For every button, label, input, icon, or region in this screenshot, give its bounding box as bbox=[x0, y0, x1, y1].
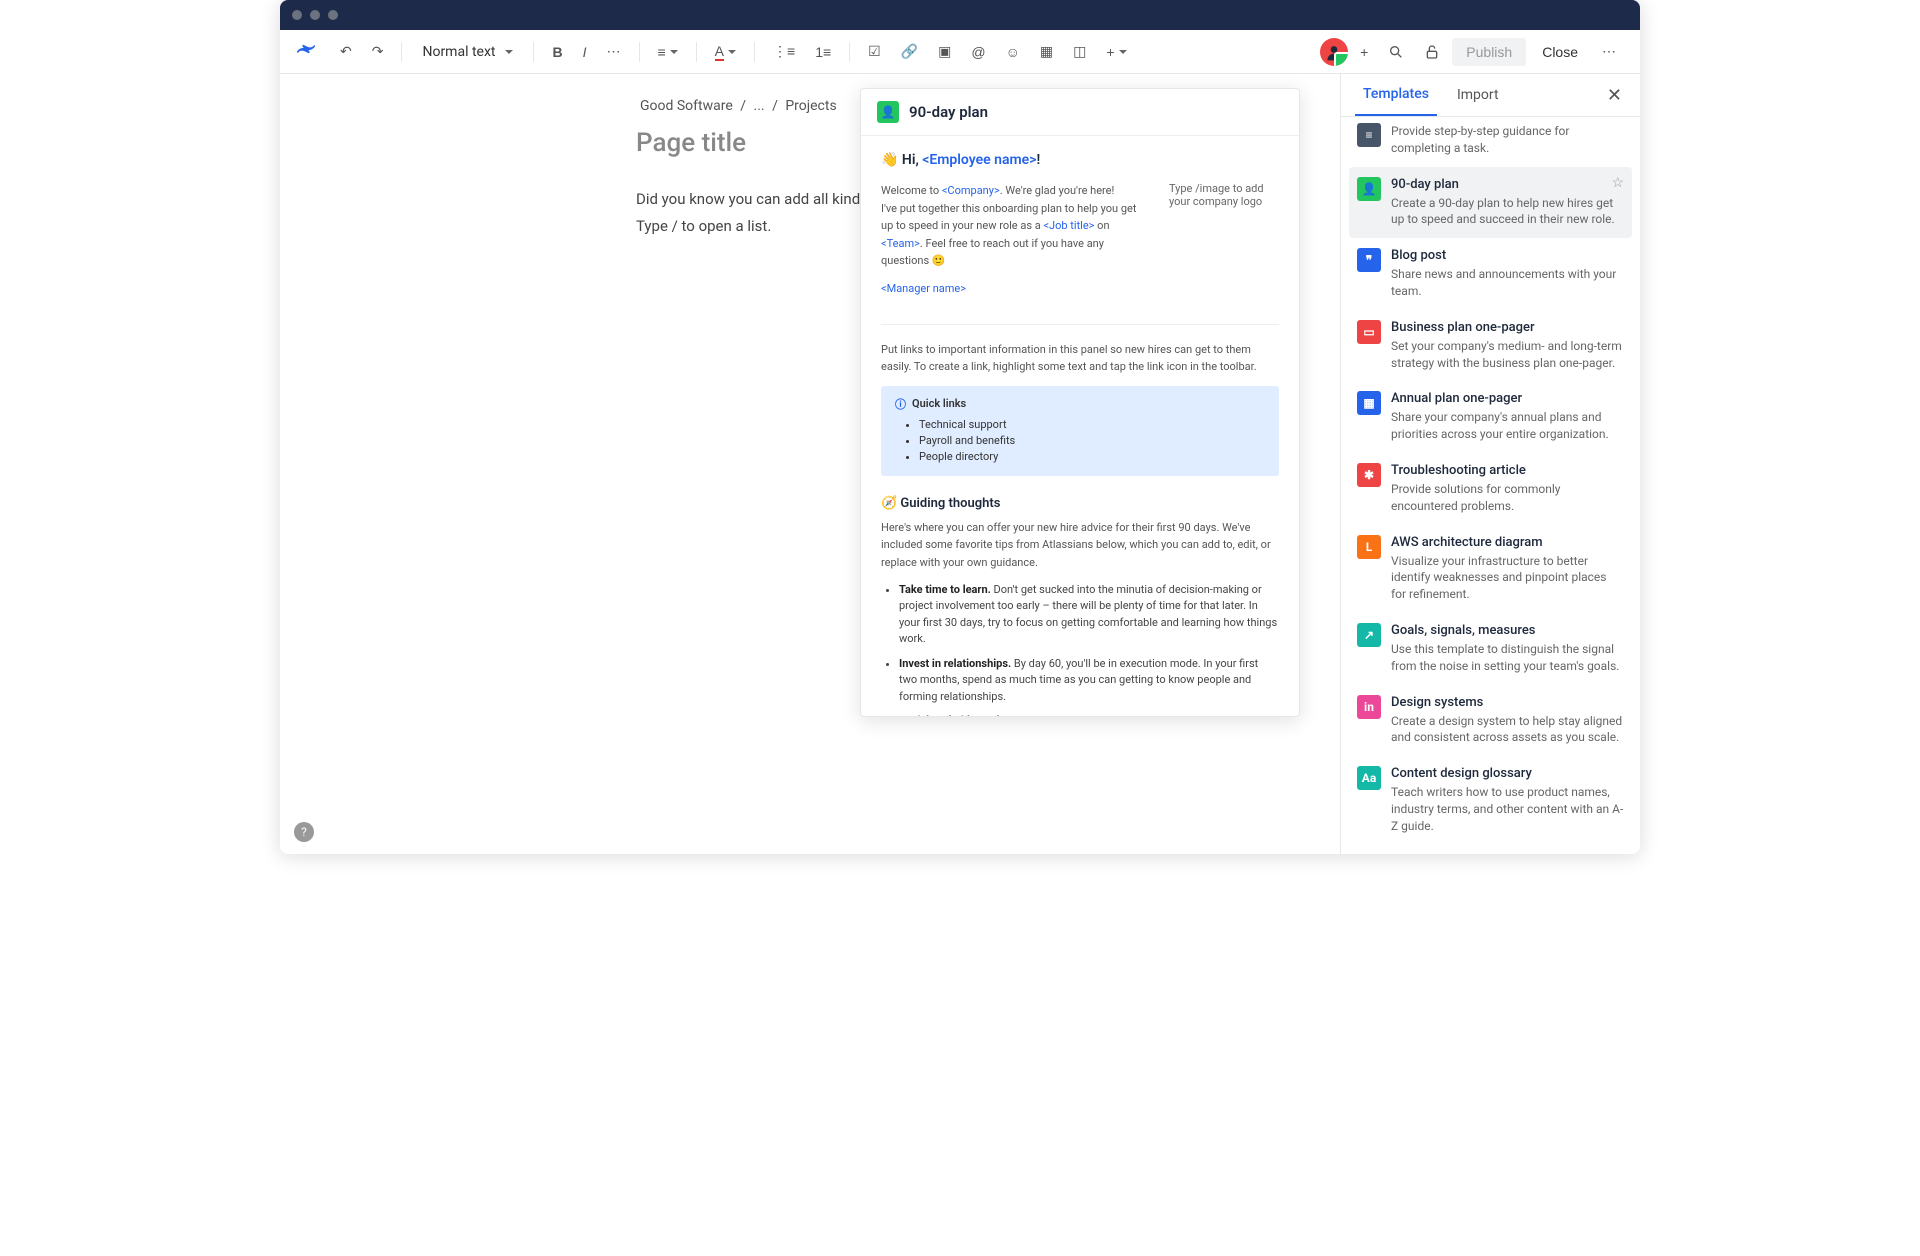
template-item[interactable]: Aa Content design glossary Teach writers h… bbox=[1349, 756, 1632, 844]
template-name: Business plan one-pager bbox=[1391, 320, 1624, 335]
undo-button[interactable]: ↶ bbox=[332, 37, 360, 66]
template-desc: Create a 90-day plan to help new hires g… bbox=[1391, 195, 1624, 229]
tab-import[interactable]: Import bbox=[1449, 75, 1507, 115]
alignment-dropdown[interactable]: ≡ bbox=[650, 38, 686, 66]
preview-intro: I've put together this onboarding plan t… bbox=[881, 200, 1149, 270]
tab-templates[interactable]: Templates bbox=[1355, 74, 1437, 116]
template-desc: Teach writers how to use product names, … bbox=[1391, 784, 1624, 834]
table-button[interactable]: ▦ bbox=[1032, 37, 1061, 66]
template-name: Troubleshooting article bbox=[1391, 463, 1624, 478]
info-icon: ⓘ bbox=[895, 396, 906, 412]
guiding-desc: Here's where you can offer your new hire… bbox=[881, 519, 1279, 572]
template-name: 90-day plan bbox=[1391, 177, 1624, 192]
template-icon: in bbox=[1357, 695, 1381, 719]
template-desc: Share your company's annual plans and pr… bbox=[1391, 409, 1624, 443]
preview-links-note: Put links to important information in th… bbox=[881, 341, 1279, 376]
template-icon: ≡ bbox=[1357, 123, 1381, 147]
emoji-button[interactable]: ☺ bbox=[998, 38, 1028, 66]
star-icon[interactable]: ☆ bbox=[1611, 175, 1624, 191]
more-actions-button[interactable]: ⋯ bbox=[1594, 37, 1624, 66]
window-titlebar bbox=[280, 0, 1640, 30]
bold-button[interactable]: B bbox=[544, 38, 570, 66]
template-item-truncated[interactable]: ≡ Provide step-by-step guidance for comp… bbox=[1349, 123, 1632, 167]
close-panel-button[interactable]: ✕ bbox=[1603, 81, 1626, 110]
help-button[interactable]: ? bbox=[294, 822, 314, 842]
action-item-button[interactable]: ☑ bbox=[860, 37, 889, 66]
template-item[interactable]: ▦ Annual plan one-pager Share your company… bbox=[1349, 381, 1632, 453]
template-desc: Set your company's medium- and long-term… bbox=[1391, 338, 1624, 372]
preview-greeting: 👋 Hi, <Employee name>! bbox=[881, 152, 1279, 168]
quick-links-panel: ⓘQuick links Technical support Payroll a… bbox=[881, 386, 1279, 476]
template-icon: ❞ bbox=[1357, 248, 1381, 272]
template-preview-title: 90-day plan bbox=[909, 103, 988, 121]
template-desc: Use this template to distinguish the sig… bbox=[1391, 641, 1624, 675]
insert-dropdown[interactable]: + bbox=[1098, 38, 1134, 66]
template-item[interactable]: ✱ Troubleshooting article Provide solution… bbox=[1349, 453, 1632, 525]
template-icon: Aa bbox=[1357, 766, 1381, 790]
template-icon: ✱ bbox=[1357, 463, 1381, 487]
restrictions-button[interactable] bbox=[1416, 38, 1448, 66]
template-item[interactable]: in Design systems Create a design system t… bbox=[1349, 685, 1632, 757]
template-desc: Share news and announcements with your t… bbox=[1391, 266, 1624, 300]
template-preview-card: 👤 90-day plan 👋 Hi, <Employee name>! Wel… bbox=[860, 88, 1300, 717]
template-icon: 👤 bbox=[1357, 177, 1381, 201]
text-style-dropdown[interactable]: Normal text bbox=[412, 40, 523, 64]
template-item[interactable]: ↗ Goals, signals, measures Use this templa… bbox=[1349, 613, 1632, 685]
template-preview-icon: 👤 bbox=[877, 101, 899, 123]
template-icon: L bbox=[1357, 535, 1381, 559]
template-icon: ▭ bbox=[1357, 320, 1381, 344]
find-button[interactable] bbox=[1380, 38, 1412, 66]
template-item[interactable]: ❞ Blog post Share news and announcements w… bbox=[1349, 238, 1632, 310]
guiding-thoughts-header: 🧭 Guiding thoughts bbox=[881, 496, 1279, 511]
preview-image-hint: Type /image to add your company logo bbox=[1169, 182, 1279, 308]
preview-manager-placeholder: <Manager name> bbox=[881, 280, 1149, 298]
template-name: Content design glossary bbox=[1391, 766, 1624, 781]
publish-button[interactable]: Publish bbox=[1452, 38, 1526, 66]
italic-button[interactable]: I bbox=[575, 38, 595, 66]
close-button[interactable]: Close bbox=[1530, 38, 1590, 66]
templates-list[interactable]: ≡ Provide step-by-step guidance for comp… bbox=[1341, 117, 1640, 854]
image-button[interactable]: ▣ bbox=[930, 37, 959, 66]
traffic-light-min[interactable] bbox=[310, 10, 320, 20]
template-icon: ▦ bbox=[1357, 391, 1381, 415]
mention-button[interactable]: @ bbox=[963, 38, 993, 66]
confluence-logo-icon bbox=[296, 39, 316, 65]
user-avatar[interactable] bbox=[1320, 38, 1348, 66]
traffic-light-max[interactable] bbox=[328, 10, 338, 20]
template-name: Annual plan one-pager bbox=[1391, 391, 1624, 406]
editor-toolbar: ↶ ↷ Normal text B I ⋯ ≡ A ⋮≡ 1≡ ☑ 🔗 ▣ @ … bbox=[280, 30, 1640, 74]
template-item[interactable]: L AWS architecture diagram Visualize your … bbox=[1349, 525, 1632, 613]
template-desc: Visualize your infrastructure to better … bbox=[1391, 553, 1624, 603]
preview-welcome-line: Welcome to <Company>. We're glad you're … bbox=[881, 182, 1149, 200]
template-icon: ↗ bbox=[1357, 623, 1381, 647]
redo-button[interactable]: ↷ bbox=[364, 37, 392, 66]
template-name: Design systems bbox=[1391, 695, 1624, 710]
template-name: Blog post bbox=[1391, 248, 1624, 263]
link-button[interactable]: 🔗 bbox=[893, 37, 926, 66]
template-name: Goals, signals, measures bbox=[1391, 623, 1624, 638]
text-color-dropdown[interactable]: A bbox=[707, 37, 744, 67]
template-desc: Provide solutions for commonly encounter… bbox=[1391, 481, 1624, 515]
template-desc: Create a design system to help stay alig… bbox=[1391, 713, 1624, 747]
template-item[interactable]: 👤 90-day plan Create a 90-day plan to help… bbox=[1349, 167, 1632, 239]
more-formatting-button[interactable]: ⋯ bbox=[599, 37, 629, 66]
guiding-tips-list: Take time to learn. Don't get sucked int… bbox=[899, 582, 1279, 716]
invite-button[interactable]: + bbox=[1352, 38, 1376, 66]
layouts-button[interactable]: ◫ bbox=[1065, 37, 1094, 66]
editor-canvas[interactable]: Good Software / ... / Projects Page titl… bbox=[280, 74, 1340, 854]
traffic-light-close[interactable] bbox=[292, 10, 302, 20]
templates-panel: Templates Import ✕ ≡ Provide step-by-ste… bbox=[1340, 74, 1640, 854]
template-item[interactable]: ▭ Business plan one-pager Set your company… bbox=[1349, 310, 1632, 382]
bullet-list-button[interactable]: ⋮≡ bbox=[765, 37, 803, 66]
template-name: AWS architecture diagram bbox=[1391, 535, 1624, 550]
numbered-list-button[interactable]: 1≡ bbox=[807, 38, 839, 66]
